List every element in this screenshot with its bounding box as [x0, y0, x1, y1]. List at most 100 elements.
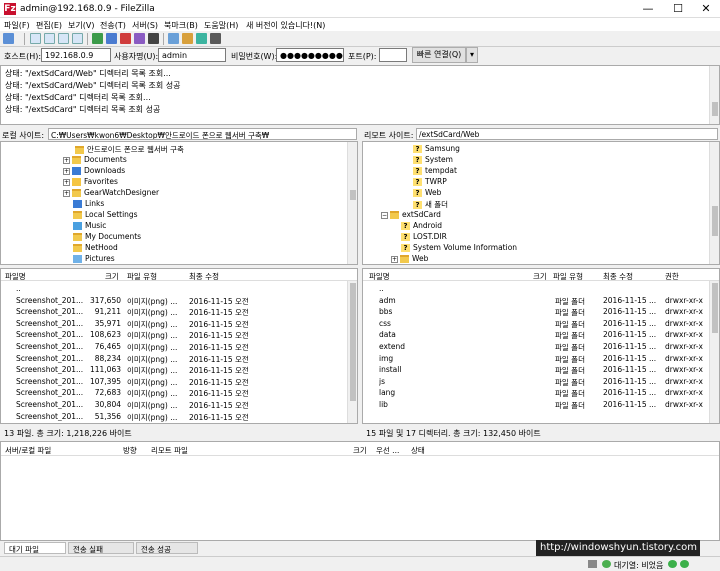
- tree-node[interactable]: + Favorites: [63, 177, 118, 186]
- host-input[interactable]: 192.168.0.9: [41, 48, 111, 62]
- menu-help[interactable]: 도움말(H): [204, 20, 238, 31]
- expand-icon[interactable]: +: [63, 168, 70, 175]
- menu-server[interactable]: 서버(S): [132, 20, 158, 31]
- menu-transfer[interactable]: 전송(T): [100, 20, 126, 31]
- local-tree-scroll-thumb[interactable]: [350, 190, 356, 200]
- log-scrollbar[interactable]: [709, 66, 719, 124]
- expand-icon[interactable]: +: [63, 157, 70, 164]
- tree-node[interactable]: ? 새 폴더: [413, 199, 448, 210]
- column-modified[interactable]: 최종 수정: [603, 271, 633, 282]
- tree-node[interactable]: + Downloads: [63, 166, 125, 175]
- file-row[interactable]: lang 파일 폴더 2016-11-15 ... drwxr-xr-x: [363, 387, 719, 399]
- column-remote-file[interactable]: 리모트 파일: [151, 445, 188, 456]
- column-server-local-file[interactable]: 서버/로컬 파일: [5, 445, 51, 456]
- tree-node[interactable]: Links: [73, 199, 104, 208]
- close-button[interactable]: ✕: [692, 2, 720, 16]
- file-row[interactable]: Screenshot_201... 51,356 이미지(png) ... 2016-…: [1, 411, 357, 423]
- expand-icon[interactable]: +: [63, 179, 70, 186]
- tree-node[interactable]: ? System: [413, 155, 453, 164]
- file-row[interactable]: install 파일 폴더 2016-11-15 ... drwxr-xr-x: [363, 364, 719, 376]
- file-row[interactable]: Screenshot_201... 35,971 이미지(png) ... 2016-…: [1, 318, 357, 330]
- menu-new-version[interactable]: 새 버전이 있습니다!(N): [246, 20, 325, 31]
- tree-node[interactable]: ? tempdat: [413, 166, 457, 175]
- tab-failed-transfers[interactable]: 전송 실패: [68, 542, 134, 554]
- tab-queued-files[interactable]: 대기 파일: [4, 542, 66, 554]
- file-row[interactable]: bbs 파일 폴더 2016-11-15 ... drwxr-xr-x: [363, 306, 719, 318]
- search-icon[interactable]: [210, 33, 221, 44]
- toggle-local-tree-icon[interactable]: [44, 33, 55, 44]
- filter-icon[interactable]: [168, 33, 179, 44]
- file-row[interactable]: extend 파일 폴더 2016-11-15 ... drwxr-xr-x: [363, 341, 719, 353]
- toggle-remote-tree-icon[interactable]: [58, 33, 69, 44]
- column-status[interactable]: 상태: [411, 445, 425, 456]
- tree-node[interactable]: ? System Volume Information: [401, 243, 517, 252]
- tree-node[interactable]: + Web: [391, 254, 428, 263]
- local-tree-scrollbar[interactable]: [347, 142, 357, 264]
- file-row[interactable]: lib 파일 폴더 2016-11-15 ... drwxr-xr-x: [363, 399, 719, 411]
- file-row[interactable]: adm 파일 폴더 2016-11-15 ... drwxr-xr-x: [363, 295, 719, 307]
- log-scroll-thumb[interactable]: [712, 102, 718, 116]
- minimize-button[interactable]: —: [634, 2, 662, 16]
- column-modified[interactable]: 최종 수정: [189, 271, 219, 282]
- site-manager-icon[interactable]: [3, 33, 14, 44]
- menu-view[interactable]: 보기(V): [68, 20, 94, 31]
- column-filename[interactable]: 파일명: [369, 271, 390, 282]
- file-row[interactable]: Screenshot_201... 317,650 이미지(png) ... 2016…: [1, 295, 357, 307]
- quickconnect-button[interactable]: 빠른 연결(Q): [412, 47, 466, 63]
- tree-node[interactable]: Music: [73, 221, 106, 230]
- file-row[interactable]: Screenshot_201... 91,211 이미지(png) ... 2016-…: [1, 306, 357, 318]
- column-priority[interactable]: 우선 ...: [376, 445, 399, 456]
- file-row[interactable]: Screenshot_201... 30,804 이미지(png) ... 2016-…: [1, 399, 357, 411]
- tree-node[interactable]: NetHood: [73, 243, 118, 252]
- file-row[interactable]: img 파일 폴더 2016-11-15 ... drwxr-xr-x: [363, 353, 719, 365]
- tree-node[interactable]: ? LOST.DIR: [401, 232, 447, 241]
- local-list-scroll-thumb[interactable]: [350, 283, 356, 401]
- file-row[interactable]: Screenshot_201... 72,683 이미지(png) ... 2016-…: [1, 387, 357, 399]
- sync-browse-icon[interactable]: [196, 33, 207, 44]
- tree-node[interactable]: Local Settings: [73, 210, 138, 219]
- remote-tree-scroll-thumb[interactable]: [712, 206, 718, 236]
- file-row[interactable]: Screenshot_201... 88,234 이미지(png) ... 2016-…: [1, 353, 357, 365]
- tree-node[interactable]: Pictures: [73, 254, 115, 263]
- file-row[interactable]: css 파일 폴더 2016-11-15 ... drwxr-xr-x: [363, 318, 719, 330]
- collapse-icon[interactable]: −: [381, 212, 388, 219]
- file-row[interactable]: ..: [363, 283, 719, 295]
- tree-node[interactable]: ? Samsung: [413, 144, 460, 153]
- tree-node[interactable]: + Documents: [63, 155, 127, 164]
- remote-list-scroll-thumb[interactable]: [712, 283, 718, 333]
- file-row[interactable]: data 파일 폴더 2016-11-15 ... drwxr-xr-x: [363, 329, 719, 341]
- tree-node[interactable]: My Documents: [73, 232, 141, 241]
- tree-node[interactable]: − extSdCard: [381, 210, 441, 219]
- column-size[interactable]: 크기: [105, 271, 119, 282]
- column-permissions[interactable]: 권한: [665, 271, 679, 282]
- column-type[interactable]: 파일 유형: [127, 271, 157, 282]
- file-row[interactable]: Screenshot_201... 76,465 이미지(png) ... 2016-…: [1, 341, 357, 353]
- column-filename[interactable]: 파일명: [5, 271, 26, 282]
- compare-icon[interactable]: [182, 33, 193, 44]
- refresh-icon[interactable]: [92, 33, 103, 44]
- tree-node[interactable]: ? TWRP: [413, 177, 447, 186]
- process-queue-icon[interactable]: [106, 33, 117, 44]
- file-row[interactable]: Screenshot_201... 108,623 이미지(png) ... 2016…: [1, 329, 357, 341]
- file-row[interactable]: js 파일 폴더 2016-11-15 ... drwxr-xr-x: [363, 376, 719, 388]
- column-type[interactable]: 파일 유형: [553, 271, 583, 282]
- tree-node[interactable]: ? Web: [413, 188, 441, 197]
- reconnect-icon[interactable]: [148, 33, 159, 44]
- tab-successful-transfers[interactable]: 전송 성공 (2438): [136, 542, 198, 564]
- username-input[interactable]: admin: [158, 48, 226, 62]
- toggle-queue-icon[interactable]: [72, 33, 83, 44]
- password-input[interactable]: ●●●●●●●●●: [276, 48, 344, 62]
- tree-node[interactable]: 안드로이드 폰으로 웹서버 구축: [75, 144, 184, 155]
- expand-icon[interactable]: +: [391, 256, 398, 263]
- expand-icon[interactable]: +: [63, 190, 70, 197]
- remote-list-scrollbar[interactable]: [709, 281, 719, 423]
- menu-bookmarks[interactable]: 북마크(B): [164, 20, 198, 31]
- file-row[interactable]: Screenshot_201... 111,063 이미지(png) ... 2016…: [1, 364, 357, 376]
- file-row[interactable]: Screenshot_201... 107,395 이미지(png) ... 2016…: [1, 376, 357, 388]
- local-list-scrollbar[interactable]: [347, 281, 357, 423]
- column-size[interactable]: 크기: [533, 271, 547, 282]
- disconnect-icon[interactable]: [134, 33, 145, 44]
- remote-path-input[interactable]: /extSdCard/Web: [416, 128, 718, 140]
- column-size[interactable]: 크기: [353, 445, 367, 456]
- tree-node[interactable]: ? Android: [401, 221, 442, 230]
